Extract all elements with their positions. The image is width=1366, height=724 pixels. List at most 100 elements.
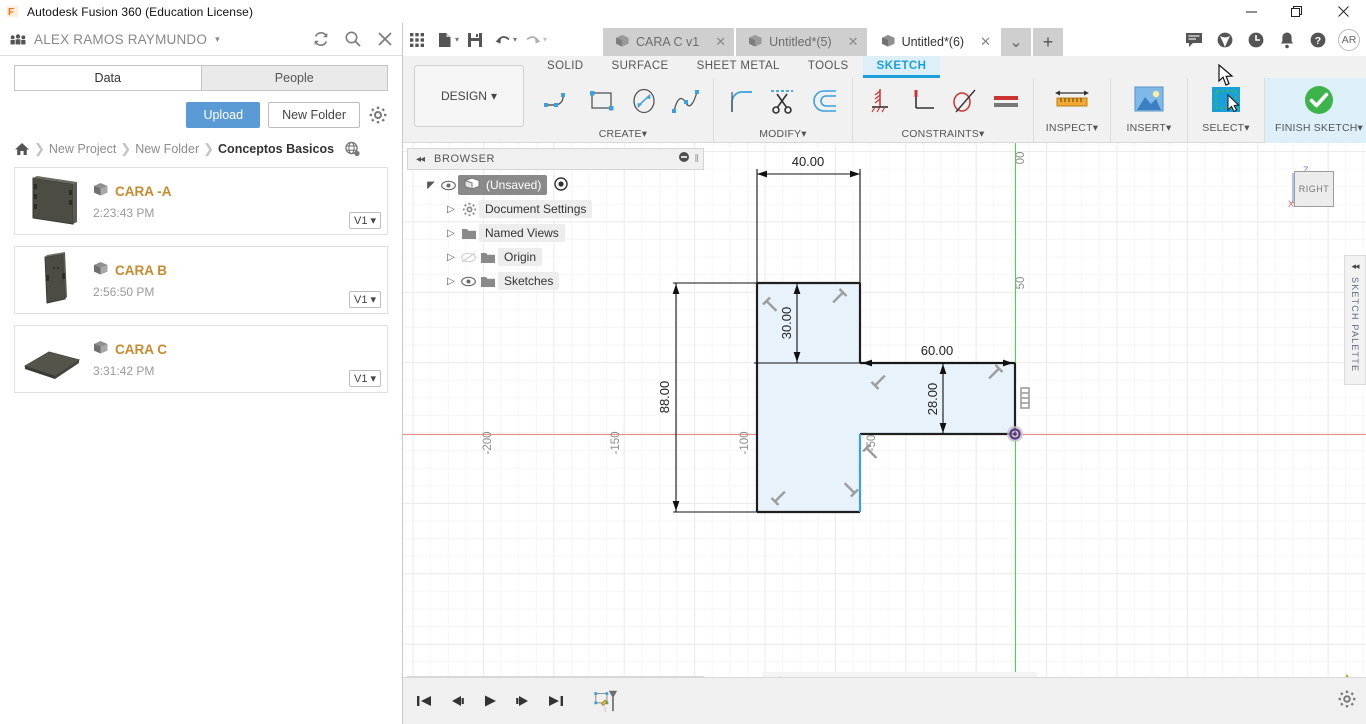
- perpendicular-constraint-icon[interactable]: [902, 81, 942, 121]
- tree-item-named-views[interactable]: ▷ Named Views: [407, 221, 707, 245]
- eye-hidden-icon[interactable]: [459, 251, 478, 263]
- eye-icon[interactable]: [459, 276, 478, 287]
- list-item[interactable]: CARA B 2:56:50 PM V1 ▾: [14, 246, 388, 314]
- save-icon[interactable]: [461, 26, 489, 54]
- sketch-circle-icon[interactable]: [624, 81, 664, 121]
- ribbon-group-label-create[interactable]: CREATE▾: [540, 128, 706, 143]
- viewcube-face[interactable]: RIGHT: [1294, 171, 1334, 207]
- breadcrumb-item-conceptos-basicos[interactable]: Conceptos Basicos: [218, 142, 334, 156]
- insert-button[interactable]: INSERT▾: [1118, 78, 1180, 134]
- tab-surface[interactable]: SURFACE: [598, 56, 683, 78]
- workspace-switcher-button[interactable]: DESIGN ▾: [414, 65, 524, 127]
- close-panel-icon[interactable]: [374, 28, 396, 50]
- comment-icon[interactable]: [1183, 29, 1205, 51]
- sketch-profile-fill: [757, 283, 1015, 512]
- file-name[interactable]: CARA -A: [115, 184, 172, 199]
- document-tabs-overflow-icon[interactable]: ⌄: [1001, 28, 1031, 56]
- document-tab-cara-c[interactable]: CARA C v1 ✕: [603, 28, 735, 56]
- breadcrumb-item-new-project[interactable]: New Project: [49, 142, 116, 156]
- step-forward-icon[interactable]: [510, 688, 536, 714]
- sketch-feature-icon[interactable]: [593, 688, 619, 714]
- list-item[interactable]: CARA C 3:31:42 PM V1 ▾: [14, 325, 388, 393]
- version-badge[interactable]: V1 ▾: [349, 370, 381, 387]
- chevron-down-icon[interactable]: ▾: [513, 35, 517, 44]
- breadcrumb-item-new-folder[interactable]: New Folder: [135, 142, 199, 156]
- expand-arrow-icon[interactable]: ▷: [443, 228, 459, 239]
- search-icon[interactable]: [342, 28, 364, 50]
- sketch-rectangle-icon[interactable]: [582, 81, 622, 121]
- new-document-button[interactable]: +: [1033, 28, 1063, 56]
- sketch-arc-icon[interactable]: [540, 81, 580, 121]
- gear-icon[interactable]: [368, 105, 388, 125]
- new-folder-button[interactable]: New Folder: [268, 102, 360, 128]
- tab-sketch[interactable]: SKETCH: [862, 56, 941, 78]
- jobs-status-icon[interactable]: [1214, 29, 1236, 51]
- expand-arrow-icon[interactable]: ▷: [443, 252, 459, 263]
- recent-activity-icon[interactable]: [1245, 29, 1267, 51]
- sketch-spline-icon[interactable]: [666, 81, 706, 121]
- chevron-down-icon[interactable]: ▾: [543, 35, 547, 44]
- document-tab-untitled-6[interactable]: Untitled*(6) ✕: [868, 28, 999, 56]
- user-name[interactable]: ALEX RAMOS RAYMUNDO: [34, 32, 207, 47]
- fix-constraint-icon[interactable]: [860, 81, 900, 121]
- sketch-canvas[interactable]: 40.00 60.00 30.00 28.00 88.00 -200 -150 …: [403, 143, 1366, 700]
- notifications-bell-icon[interactable]: [1276, 29, 1298, 51]
- chevron-down-icon[interactable]: ▾: [455, 35, 459, 44]
- trim-scissors-icon[interactable]: [763, 81, 803, 121]
- ribbon-group-label-constraints[interactable]: CONSTRAINTS▾: [860, 128, 1026, 143]
- tangent-constraint-icon[interactable]: [944, 81, 984, 121]
- activate-component-icon[interactable]: [554, 176, 569, 194]
- minimize-button[interactable]: [1228, 0, 1274, 23]
- list-item[interactable]: CARA -A 2:23:43 PM V1 ▾: [14, 167, 388, 235]
- tree-item-unsaved[interactable]: ◤ (Unsaved): [407, 173, 707, 197]
- file-name[interactable]: CARA B: [115, 263, 167, 278]
- equal-constraint-icon[interactable]: [986, 81, 1026, 121]
- skip-start-icon[interactable]: [411, 688, 437, 714]
- collapse-icon[interactable]: ◂◂: [416, 154, 425, 165]
- settings-gear-icon[interactable]: [1338, 690, 1356, 713]
- file-name[interactable]: CARA C: [115, 342, 167, 357]
- maximize-button[interactable]: [1274, 0, 1320, 23]
- tab-tools[interactable]: TOOLS: [794, 56, 863, 78]
- expand-arrow-icon[interactable]: ▷: [443, 204, 459, 215]
- document-tab-untitled-5[interactable]: Untitled*(5) ✕: [736, 28, 867, 56]
- version-badge[interactable]: V1 ▾: [349, 291, 381, 308]
- skip-end-icon[interactable]: [543, 688, 569, 714]
- collapse-icon[interactable]: ◂◂: [1351, 261, 1359, 272]
- grid-apps-icon[interactable]: [403, 26, 431, 54]
- ribbon-group-label-modify[interactable]: MODIFY▾: [721, 128, 845, 143]
- close-icon[interactable]: ✕: [838, 34, 859, 50]
- panel-resize-handle[interactable]: ‖: [694, 153, 699, 165]
- tree-item-origin[interactable]: ▷ Origin: [407, 245, 707, 269]
- sketch-palette-panel[interactable]: ◂◂ SKETCH PALETTE: [1344, 255, 1366, 385]
- inspect-button[interactable]: INSPECT▾: [1041, 78, 1103, 134]
- home-icon[interactable]: [14, 142, 30, 156]
- view-cube[interactable]: Z Y X RIGHT: [1284, 161, 1338, 215]
- offset-icon[interactable]: [805, 81, 845, 121]
- close-button[interactable]: [1320, 0, 1366, 23]
- tree-item-document-settings[interactable]: ▷ Document Settings: [407, 197, 707, 221]
- close-icon[interactable]: ✕: [970, 34, 991, 50]
- eye-icon[interactable]: [439, 180, 458, 191]
- select-button[interactable]: SELECT▾: [1195, 78, 1257, 134]
- chevron-down-icon[interactable]: ▾: [215, 34, 220, 45]
- tab-data[interactable]: Data: [14, 65, 201, 91]
- avatar[interactable]: AR: [1338, 28, 1360, 51]
- fillet-icon[interactable]: [721, 81, 761, 121]
- expand-arrow-icon[interactable]: ▷: [443, 276, 459, 287]
- tab-people[interactable]: People: [200, 65, 388, 91]
- upload-button[interactable]: Upload: [186, 102, 261, 128]
- version-badge[interactable]: V1 ▾: [349, 212, 381, 229]
- minimize-panel-icon[interactable]: [678, 150, 690, 168]
- finish-sketch-button[interactable]: FINISH SKETCH▾: [1272, 78, 1366, 134]
- tab-solid[interactable]: SOLID: [533, 56, 598, 78]
- tree-item-sketches[interactable]: ▷ Sketches: [407, 269, 707, 293]
- close-icon[interactable]: ✕: [705, 34, 726, 50]
- globe-icon[interactable]: [344, 141, 360, 157]
- help-icon[interactable]: ?: [1307, 29, 1329, 51]
- expand-arrow-icon[interactable]: ◤: [423, 180, 439, 191]
- play-icon[interactable]: [477, 688, 503, 714]
- step-back-icon[interactable]: [444, 688, 470, 714]
- refresh-icon[interactable]: [310, 28, 332, 50]
- tab-sheet-metal[interactable]: SHEET METAL: [683, 56, 794, 78]
